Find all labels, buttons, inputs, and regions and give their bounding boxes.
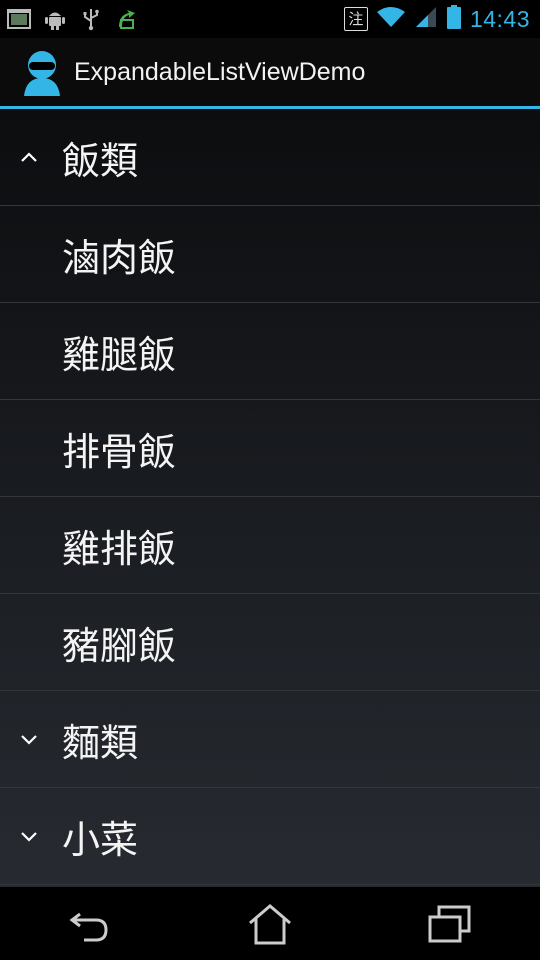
usb-icon	[78, 6, 104, 32]
action-bar: ExpandableListViewDemo	[0, 38, 540, 106]
recycle-icon	[114, 6, 140, 32]
item-label: 雞排飯	[62, 526, 177, 571]
group-label: 麵類	[62, 720, 139, 765]
screenshot-icon	[6, 6, 32, 32]
list-item[interactable]: 滷肉飯	[0, 206, 540, 303]
system-icons: 注 14:43	[343, 0, 530, 38]
app-title: ExpandableListViewDemo	[74, 57, 366, 86]
chevron-up-icon	[18, 147, 40, 167]
group-row-rice[interactable]: 飯類	[0, 109, 540, 206]
item-label: 滷肉飯	[62, 235, 177, 280]
ime-indicator: 注	[343, 7, 368, 31]
group-row-noodles[interactable]: 麵類	[0, 691, 540, 788]
wifi-icon	[376, 5, 406, 33]
notification-icons	[0, 6, 140, 32]
list-item[interactable]: 排骨飯	[0, 400, 540, 497]
list-item[interactable]: 雞排飯	[0, 497, 540, 594]
chevron-down-icon	[18, 826, 40, 846]
item-label: 豬腳飯	[62, 623, 177, 668]
group-label: 飯類	[62, 138, 139, 183]
person-icon[interactable]	[22, 48, 62, 96]
item-label: 排骨飯	[62, 429, 177, 474]
android-debug-icon	[42, 6, 68, 32]
item-label: 雞腿飯	[62, 332, 177, 377]
recent-apps-icon[interactable]	[415, 894, 485, 954]
status-bar: 注 14:43	[0, 0, 540, 38]
chevron-down-icon	[18, 729, 40, 749]
group-label: 小菜	[62, 817, 139, 862]
back-icon[interactable]	[55, 894, 125, 954]
clock: 14:43	[469, 5, 530, 32]
navigation-bar	[0, 887, 540, 960]
expandable-list[interactable]: 飯類 滷肉飯 雞腿飯 排骨飯 雞排飯 豬腳飯 麵類 小菜	[0, 109, 540, 887]
group-row-side-dishes[interactable]: 小菜	[0, 788, 540, 885]
list-item[interactable]: 豬腳飯	[0, 594, 540, 691]
battery-icon	[446, 4, 462, 34]
list-item[interactable]: 雞腿飯	[0, 303, 540, 400]
home-icon[interactable]	[235, 894, 305, 954]
signal-icon	[414, 5, 438, 33]
